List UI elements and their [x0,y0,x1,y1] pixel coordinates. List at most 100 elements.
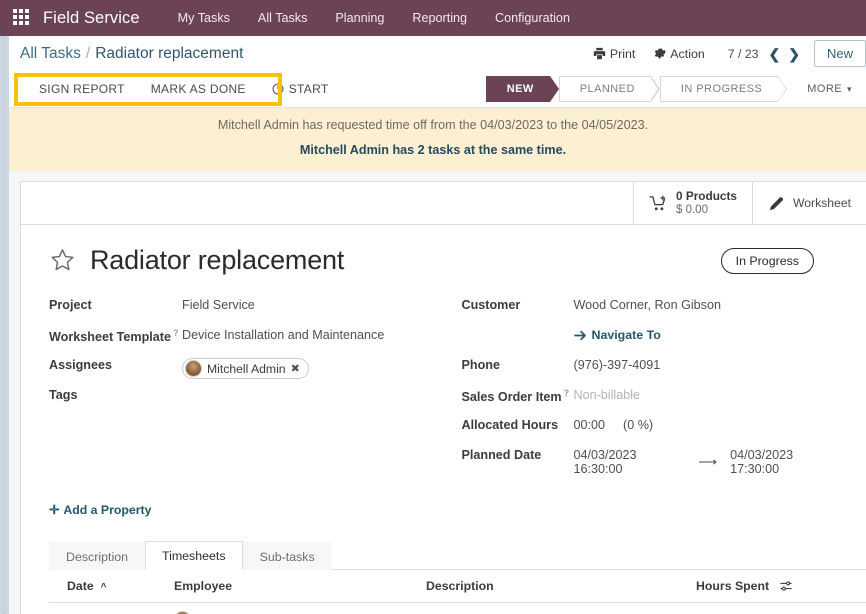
field-allocated-hours: Allocated Hours 00:00 (0 %) [462,414,843,443]
remove-assignee-icon[interactable]: ✖ [291,362,300,375]
field-allocated-hours-label: Allocated Hours [461,418,559,432]
column-header-description-label: Description [426,579,494,593]
column-header-employee[interactable]: Employee [168,570,420,603]
help-icon[interactable]: ? [564,388,570,398]
stage-in-progress[interactable]: IN PROGRESS [659,76,788,102]
sign-report-button[interactable]: SIGN REPORT [26,76,138,102]
cell-description[interactable]: / [420,602,690,614]
tab-description[interactable]: Description [49,542,145,570]
cell-hours-spent[interactable]: 04:00 [690,602,866,614]
table-row[interactable]: 04/03/2... Mitchell Admin / 04:00 [49,602,866,614]
nav-item-planning[interactable]: Planning [321,11,398,25]
nav-item-my-tasks[interactable]: My Tasks [164,11,244,25]
add-property-button[interactable]: ✛ Add a Property [49,503,151,517]
action-button[interactable]: Action [644,43,713,65]
apps-grid-icon[interactable] [13,9,31,27]
breadcrumb-current: Radiator replacement [95,44,244,62]
printer-icon [593,47,606,60]
assignee-name: Mitchell Admin [207,361,286,376]
stage-planned[interactable]: PLANNED [558,76,660,102]
sheet-background: 0 Products $ 0.00 Worksheet Radiator rep… [0,171,866,614]
navigate-to-cell: Navigate To [573,324,843,344]
chevron-left-icon[interactable]: ❮ [765,45,785,63]
allocated-hours-amount[interactable]: 00:00 [574,418,620,432]
column-header-hours-spent[interactable]: Hours Spent [690,570,866,603]
stage-new-label: NEW [506,83,534,95]
planned-date-start[interactable]: 04/03/2023 16:30:00 [574,448,686,476]
stage-planned-label: PLANNED [579,83,635,95]
tab-sub-tasks-label: Sub-tasks [259,550,315,564]
products-smart-button[interactable]: 0 Products $ 0.00 [633,182,752,224]
page-title: Radiator replacement [90,245,345,275]
nav-item-reporting[interactable]: Reporting [398,11,481,25]
start-button[interactable]: START [259,76,342,102]
tab-sub-tasks[interactable]: Sub-tasks [242,542,332,570]
field-allocated-hours-value: 00:00 (0 %) [574,414,843,432]
chevron-right-icon[interactable]: ❯ [784,45,804,63]
smart-button-row: 0 Products $ 0.00 Worksheet [21,182,866,225]
start-label: START [288,82,329,96]
control-panel-bottom-row: SIGN REPORT MARK AS DONE START NEW PLANN… [0,71,866,107]
stage-more-dropdown[interactable]: MORE ▾ [787,76,862,102]
tab-timesheets[interactable]: Timesheets [144,541,243,570]
column-header-date[interactable]: Date ^ [49,570,168,603]
field-planned-date-label: Planned Date [461,448,542,462]
pencil-icon [768,195,785,212]
field-project-value[interactable]: Field Service [182,294,430,312]
field-tags-value[interactable] [182,384,430,388]
navigate-to-spacer [462,324,574,328]
column-header-description[interactable]: Description [420,570,690,603]
assignee-tag[interactable]: Mitchell Admin ✖ [182,358,309,379]
nav-item-all-tasks[interactable]: All Tasks [244,11,321,25]
chevron-down-icon: ▾ [847,83,852,94]
timer-icon [272,83,284,95]
field-sales-order-item-value[interactable]: Non-billable [574,384,843,402]
column-options-icon[interactable] [779,579,792,593]
avatar [185,360,202,377]
sort-ascending-icon: ^ [100,582,107,593]
field-phone-label: Phone [461,358,500,372]
fields-right-column: Customer Wood Corner, Ron Gibson Navigat… [430,294,843,477]
field-phone-value[interactable]: (976)-397-4091 [574,354,843,372]
table-header-row: Date ^ Employee Description Hours Spent [49,570,866,603]
field-worksheet-template-value[interactable]: Device Installation and Maintenance [182,324,430,342]
mark-as-done-label: MARK AS DONE [150,82,246,96]
field-tags: Tags [49,384,430,413]
field-worksheet-template-label-text: Worksheet Template [49,330,172,345]
worksheet-smart-button[interactable]: Worksheet [751,182,866,224]
field-assignees-label: Assignees [49,358,112,372]
app-brand-title[interactable]: Field Service [43,9,140,28]
breadcrumb-parent[interactable]: All Tasks [20,45,81,63]
field-planned-date-value: 04/03/2023 16:30:00 ⟶ 04/03/2023 17:30:0… [574,444,843,476]
field-customer-value[interactable]: Wood Corner, Ron Gibson [574,294,843,312]
alert-conflict-message: Mitchell Admin has 2 tasks at the same t… [299,143,567,157]
navigate-to-row: Navigate To [462,324,843,353]
field-tags-label: Tags [49,388,78,402]
print-button[interactable]: Print [584,43,644,65]
field-sales-order-item: Sales Order Item? Non-billable [462,384,843,413]
status-badge[interactable]: In Progress [720,247,814,274]
products-amount: $ 0.00 [676,204,708,217]
planned-date-range: 04/03/2023 16:30:00 ⟶ 04/03/2023 17:30:0… [574,448,843,476]
odoo-field-service-app: Field Service My Tasks All Tasks Plannin… [0,0,866,614]
new-button[interactable]: New [813,40,866,67]
help-icon[interactable]: ? [173,328,179,338]
field-sales-order-item-label-text: Sales Order Item [461,390,562,405]
nav-item-configuration[interactable]: Configuration [481,11,584,25]
pager-counter[interactable]: 7 / 23 [714,47,765,61]
star-outline-icon[interactable] [49,247,76,274]
column-header-hours-spent-label: Hours Spent [696,579,770,593]
navigate-to-link[interactable]: Navigate To [573,328,661,342]
planned-date-end[interactable]: 04/03/2023 17:30:00 [730,448,842,476]
column-header-employee-label: Employee [174,579,233,593]
cell-date[interactable]: 04/03/2... [49,602,168,614]
cell-employee[interactable]: Mitchell Admin [168,602,420,614]
products-count: 0 Products [676,188,737,203]
breadcrumb: All Tasks / Radiator replacement [20,45,243,63]
column-header-date-label: Date [67,579,94,593]
field-customer-label: Customer [461,298,521,312]
title-left-group: Radiator replacement [49,245,344,276]
sign-report-label: SIGN REPORT [39,82,125,96]
stage-new[interactable]: NEW [485,76,559,102]
mark-as-done-button[interactable]: MARK AS DONE [138,76,259,102]
